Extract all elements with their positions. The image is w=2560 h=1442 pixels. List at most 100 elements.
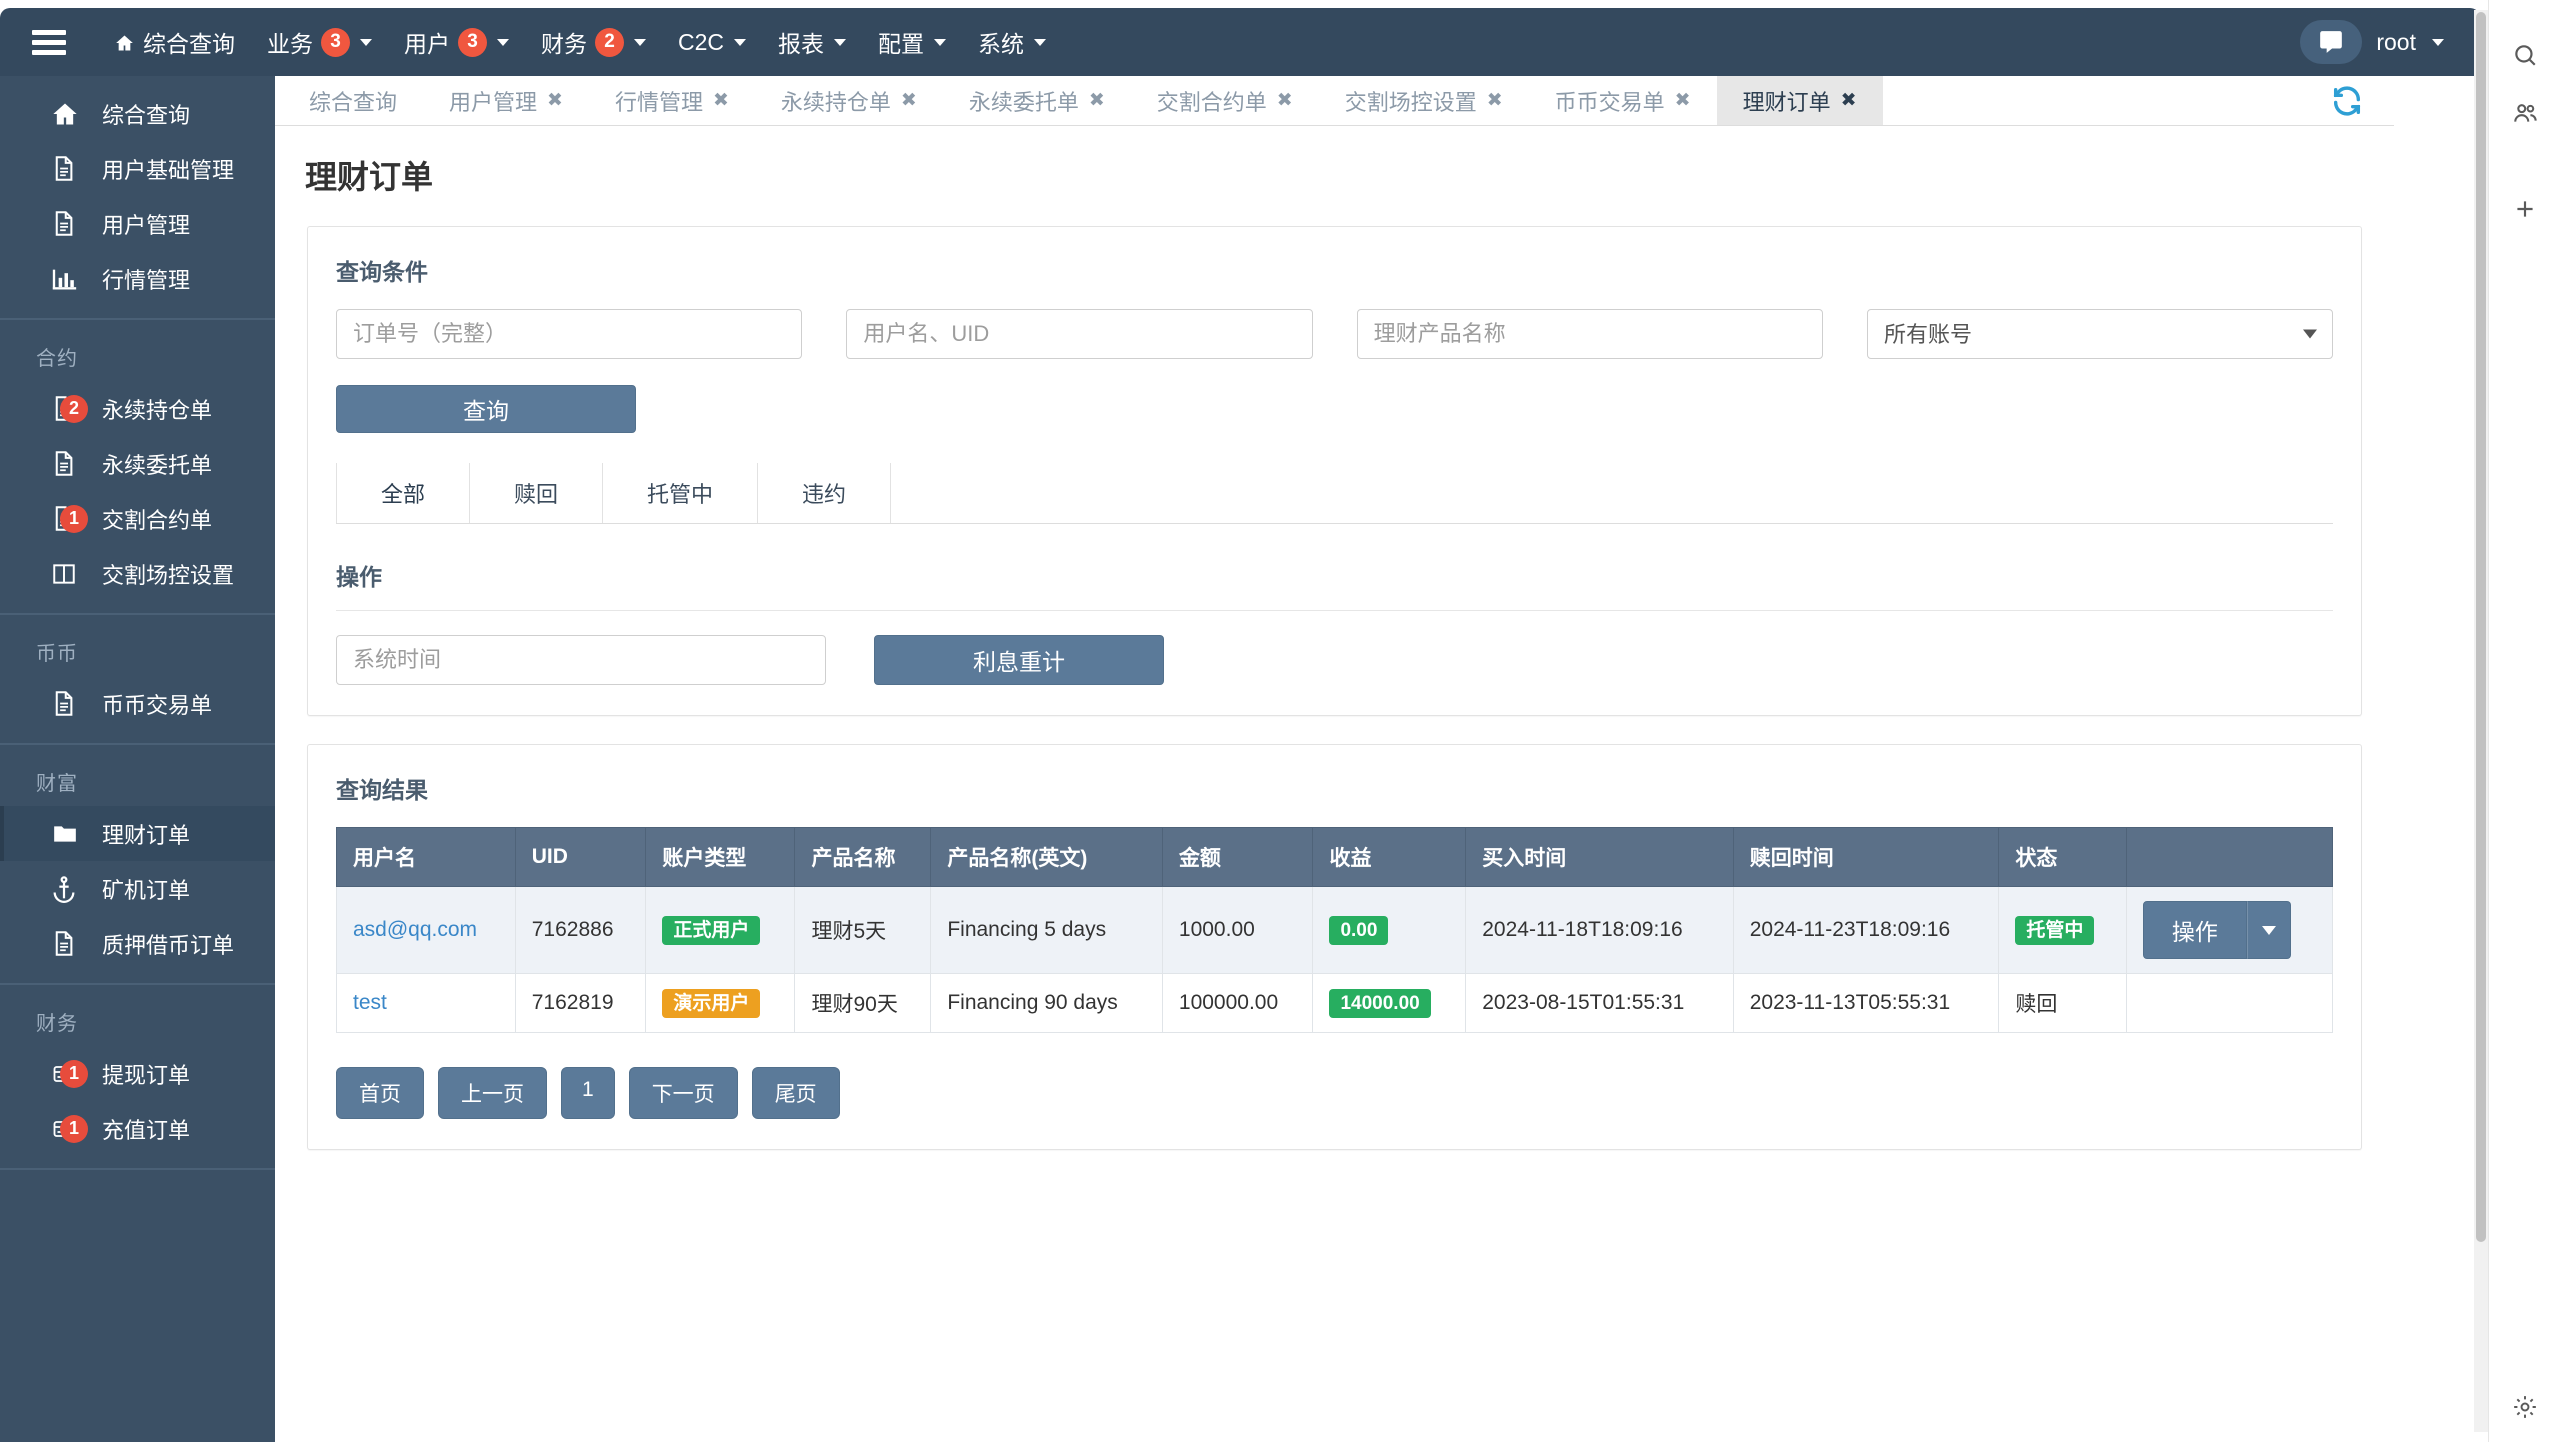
close-icon[interactable]: ✖	[1675, 91, 1691, 110]
username-link[interactable]: asd@qq.com	[353, 918, 477, 941]
sidebar-item-yonghu-guanli[interactable]: 用户管理	[0, 196, 275, 251]
status-tabs: 全部 赎回 托管中 违约	[336, 463, 2333, 524]
nav-item-label: 配置	[878, 31, 925, 57]
sidebar-item-label: 充值订单	[102, 1117, 191, 1143]
document-icon	[50, 154, 84, 183]
nav-item-baobiao[interactable]: 报表	[762, 8, 862, 76]
sidebar-group-general: 综合查询 用户基础管理 用户管理 行情管理	[0, 76, 275, 320]
close-icon[interactable]: ✖	[1841, 91, 1857, 110]
sidebar-item-kuangji-dingdan[interactable]: 矿机订单	[0, 861, 275, 916]
tab-jiaoge-changkong-shezhi[interactable]: 交割场控设置 ✖	[1319, 76, 1529, 125]
sidebar-item-jiaoge-changkong-shezhi[interactable]: 交割场控设置	[0, 546, 275, 601]
tab-licai-dingdan[interactable]: 理财订单 ✖	[1716, 76, 1883, 125]
query-section-title: 查询条件	[336, 259, 428, 285]
tab-yongxu-weituodan[interactable]: 永续委托单 ✖	[943, 76, 1131, 125]
user-menu[interactable]: root	[2376, 29, 2416, 56]
tab-strip: 综合查询 用户管理 ✖ 行情管理 ✖ 永续持仓单 ✖ 永续委托单 ✖ 交割合约单…	[275, 76, 2394, 126]
close-icon[interactable]: ✖	[1277, 91, 1293, 110]
tab-label: 交割场控设置	[1344, 89, 1477, 115]
nav-item-yewu[interactable]: 业务 3	[251, 8, 388, 76]
chat-icon[interactable]	[2300, 20, 2363, 64]
refresh-icon[interactable]	[2330, 84, 2364, 118]
cell-product-name-en: Financing 5 days	[930, 886, 1163, 974]
tab-hangqing-guanli[interactable]: 行情管理 ✖	[589, 76, 755, 125]
sidebar-item-yonghu-jichu-guanli[interactable]: 用户基础管理	[0, 141, 275, 196]
status-tab-redeem[interactable]: 赎回	[470, 463, 604, 523]
nav-item-label: 用户	[404, 31, 450, 57]
sidebar-item-yongxu-weituodan[interactable]: 永续委托单	[0, 436, 275, 491]
close-icon[interactable]: ✖	[713, 91, 729, 110]
close-icon[interactable]: ✖	[1089, 91, 1105, 110]
chevron-down-icon	[360, 38, 372, 46]
action-button[interactable]: 操作	[2142, 901, 2247, 959]
anchor-icon	[50, 875, 84, 903]
close-icon[interactable]: ✖	[1487, 91, 1503, 110]
hamburger-icon[interactable]	[0, 8, 98, 76]
tab-zonghe-chaxun[interactable]: 综合查询	[283, 76, 423, 125]
sidebar-item-yongxu-chicangdan[interactable]: 永续持仓单 2	[0, 381, 275, 436]
pager-next[interactable]: 下一页	[628, 1067, 738, 1119]
sidebar-badge: 2	[60, 394, 88, 423]
sidebar-item-jiaoge-heyuedan[interactable]: 交割合约单 1	[0, 491, 275, 546]
plus-icon[interactable]	[2508, 192, 2542, 226]
tab-yonghu-guanli[interactable]: 用户管理 ✖	[423, 76, 589, 125]
sidebar-group-contract: 合约 永续持仓单 2 永续委托单 交割合约单 1 交割场控设置	[0, 320, 275, 615]
sidebar-item-chongzhi-dingdan[interactable]: 充值订单 1	[0, 1101, 275, 1156]
tab-jiaoge-heyuedan[interactable]: 交割合约单 ✖	[1131, 76, 1319, 125]
sidebar-item-bibi-jiaoyidan[interactable]: 币币交易单	[0, 676, 275, 731]
sidebar-group-heading: 合约	[36, 348, 78, 370]
nav-item-label: 报表	[778, 31, 825, 57]
nav-badge: 3	[321, 27, 350, 57]
user-input[interactable]	[846, 309, 1313, 359]
close-icon[interactable]: ✖	[547, 91, 563, 110]
product-name-input[interactable]	[1356, 309, 1823, 359]
pager-prev[interactable]: 上一页	[438, 1067, 547, 1119]
nav-item-caiwu[interactable]: 财务 2	[525, 8, 662, 76]
tab-bibi-jiaoyidan[interactable]: 币币交易单 ✖	[1529, 76, 1717, 125]
home-icon	[114, 32, 135, 52]
sidebar-group-heading: 币币	[36, 643, 78, 665]
sidebar-item-licai-dingdan[interactable]: 理财订单	[0, 806, 275, 861]
status-tab-default[interactable]: 违约	[758, 463, 892, 523]
system-time-input[interactable]	[336, 635, 826, 685]
col-product-name: 产品名称	[794, 827, 932, 887]
action-dropdown-toggle[interactable]	[2246, 901, 2291, 959]
status-tab-hosting[interactable]: 托管中	[603, 463, 759, 523]
username-link[interactable]: test	[353, 991, 387, 1014]
cell-username: test	[336, 973, 516, 1033]
table-header-row: 用户名 UID 账户类型 产品名称 产品名称(英文) 金额 收益 买入时间 赎回…	[336, 827, 2334, 887]
query-button[interactable]: 查询	[336, 385, 636, 433]
nav-item-yonghu[interactable]: 用户 3	[388, 8, 525, 76]
search-icon[interactable]	[2508, 38, 2542, 72]
nav-item-xitong[interactable]: 系统	[962, 8, 1062, 76]
sidebar-item-hangqing-guanli[interactable]: 行情管理	[0, 251, 275, 306]
cell-profit: 14000.00	[1312, 973, 1467, 1033]
scrollbar-thumb[interactable]	[2476, 12, 2486, 1242]
status-tab-all[interactable]: 全部	[336, 463, 471, 523]
close-icon[interactable]: ✖	[901, 91, 917, 110]
pager-current-page[interactable]: 1	[561, 1067, 615, 1119]
gear-icon[interactable]	[2508, 1390, 2542, 1424]
account-select[interactable]: 所有账号	[1866, 309, 2334, 359]
interest-recalc-button[interactable]: 利息重计	[874, 635, 1164, 685]
tab-yongxu-chicangdan[interactable]: 永续持仓单 ✖	[755, 76, 943, 125]
app-root: 综合查询 业务 3 用户 3 财务 2 C2C 报表 配置 系统 root 综合…	[0, 0, 2560, 1442]
cell-uid: 7162819	[514, 973, 647, 1033]
sidebar-item-tixian-dingdan[interactable]: 提现订单 1	[0, 1046, 275, 1101]
pager-last[interactable]: 尾页	[751, 1067, 840, 1119]
right-rail	[2488, 0, 2560, 1442]
order-no-input[interactable]	[336, 309, 803, 359]
nav-badge: 3	[458, 27, 487, 57]
nav-item-zonghe-chaxun[interactable]: 综合查询	[98, 8, 251, 76]
nav-item-c2c[interactable]: C2C	[662, 8, 762, 76]
cell-redeem-time: 2024-11-23T18:09:16	[1732, 886, 2000, 974]
sidebar-item-zonghe-chaxun[interactable]: 综合查询	[0, 86, 275, 141]
sidebar-item-label: 永续委托单	[102, 452, 213, 478]
chevron-down-icon	[2432, 38, 2444, 46]
people-icon[interactable]	[2508, 96, 2542, 130]
cell-product-name-en: Financing 90 days	[930, 973, 1163, 1033]
page-scrollbar[interactable]	[2474, 10, 2488, 1432]
pager-first[interactable]: 首页	[336, 1067, 424, 1119]
sidebar-item-zhiya-jiebi-dingdan[interactable]: 质押借币订单	[0, 916, 275, 971]
nav-item-peizhi[interactable]: 配置	[862, 8, 962, 76]
